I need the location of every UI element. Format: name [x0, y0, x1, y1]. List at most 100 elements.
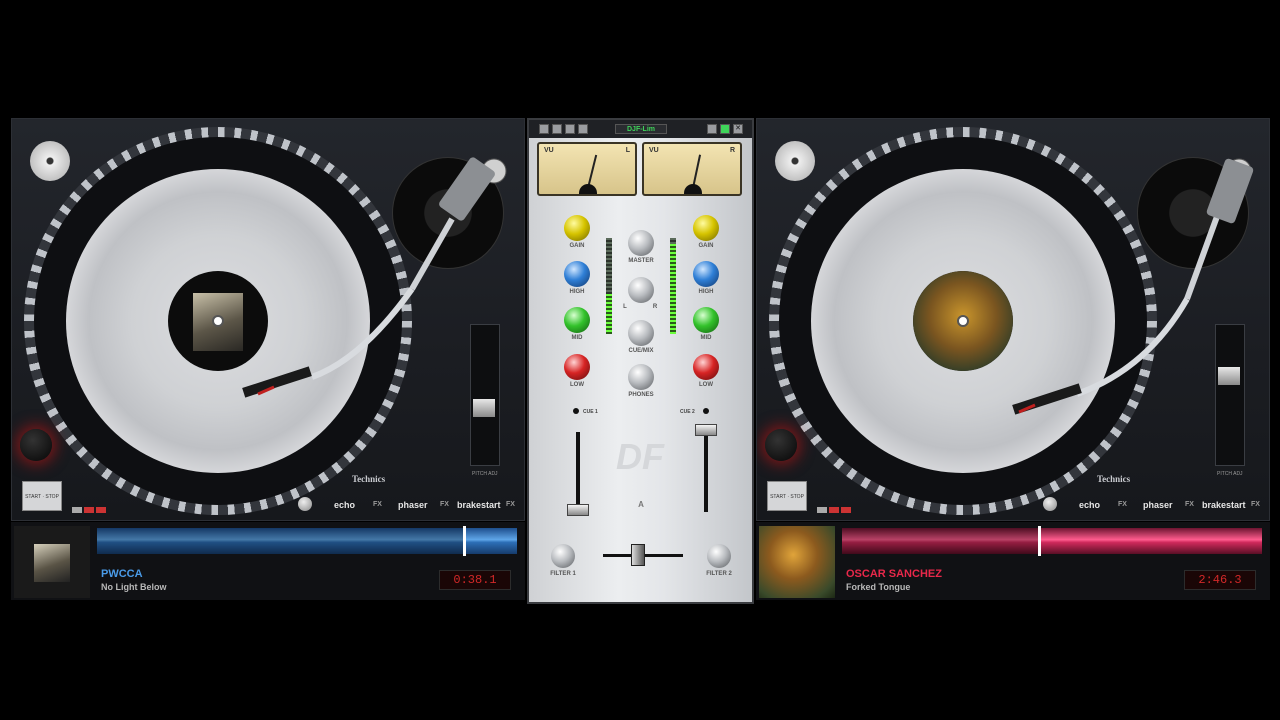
fx-tag[interactable]: FX: [506, 501, 515, 508]
track-info-left: PWCCA No Light Below 0:38.1: [11, 522, 525, 600]
fader-cap-right[interactable]: [695, 424, 717, 436]
cover-art: [759, 526, 835, 598]
knob-label: R: [652, 304, 658, 310]
vu-label: VU: [544, 147, 554, 154]
knob-label: FILTER 2: [706, 571, 732, 577]
balance-knob[interactable]: [628, 277, 654, 303]
master-knob[interactable]: [628, 230, 654, 256]
waveform-played: [842, 528, 1038, 554]
fx-bar: echo FX phaser FX brakestart FX: [757, 495, 1269, 519]
high-knob-right[interactable]: [693, 261, 719, 287]
gear-icon[interactable]: [578, 124, 588, 134]
fx-tag[interactable]: FX: [1118, 501, 1127, 508]
vu-meter-left: VU L: [537, 142, 637, 196]
pitch-slider[interactable]: [1215, 324, 1245, 466]
crossfader-label: A: [638, 500, 644, 509]
brand-logo: Technics: [352, 474, 386, 484]
fx-bar: echo FX phaser FX brakestart FX: [12, 495, 524, 519]
mixer-titlebar: DJF-Lim ✕: [529, 120, 752, 138]
pitch-label: PITCH ADJ: [472, 471, 498, 477]
filter-2-knob[interactable]: [707, 544, 731, 568]
pitch-slider[interactable]: [470, 324, 500, 466]
knob-label: LOW: [699, 382, 713, 388]
knob-label: PHONES: [628, 392, 654, 398]
waveform[interactable]: [842, 526, 1262, 556]
tonearm[interactable]: [12, 119, 525, 521]
track-time: 2:46.3: [1184, 570, 1256, 590]
record-icon[interactable]: [565, 124, 575, 134]
vu-hub: [579, 184, 597, 194]
knob-label: MID: [700, 335, 712, 341]
waveform-played: [97, 528, 463, 554]
level-meter-right: [670, 238, 676, 334]
knob-label: HIGH: [569, 289, 585, 295]
low-knob-left[interactable]: [564, 354, 590, 380]
knob-label: GAIN: [569, 243, 585, 249]
phones-knob[interactable]: [628, 364, 654, 390]
mixer-title: DJF-Lim: [615, 124, 667, 134]
pitch-thumb[interactable]: [473, 399, 495, 417]
fx-tag[interactable]: FX: [1251, 501, 1260, 508]
menu-icon[interactable]: [539, 124, 549, 134]
mixer: DJF-Lim ✕ VU L VU R GAIN HIGH MID LOW MA…: [527, 118, 754, 604]
playhead[interactable]: [463, 526, 466, 556]
knob-label: FILTER 1: [550, 571, 576, 577]
cue-1-button[interactable]: [573, 408, 579, 414]
settings-icon[interactable]: [552, 124, 562, 134]
track-artist: PWCCA: [101, 568, 143, 580]
pitch-thumb[interactable]: [1218, 367, 1240, 385]
vu-label: VU: [649, 147, 659, 154]
track-title: No Light Below: [101, 582, 167, 592]
mid-knob-right[interactable]: [693, 307, 719, 333]
fx-echo-button[interactable]: echo: [1079, 500, 1100, 510]
cue-2-button[interactable]: [703, 408, 709, 414]
cover-art: [14, 526, 90, 598]
gain-knob-right[interactable]: [693, 215, 719, 241]
vu-hub: [684, 184, 702, 194]
playhead[interactable]: [1038, 526, 1041, 556]
vu-meter-right: VU R: [642, 142, 742, 196]
waveform[interactable]: [97, 526, 517, 556]
gain-knob-left[interactable]: [564, 215, 590, 241]
fx-brakestart-button[interactable]: brakestart: [457, 500, 501, 510]
cue-mix-knob[interactable]: [628, 320, 654, 346]
fx-brakestart-button[interactable]: brakestart: [1202, 500, 1246, 510]
cue-label: CUE 2: [680, 409, 695, 415]
cover-art-icon: [759, 526, 835, 598]
deck-right: S START · STOP PITCH ADJ Technics: [756, 118, 1270, 521]
close-icon[interactable]: ✕: [733, 124, 743, 134]
channel-fader-left[interactable]: [576, 432, 580, 512]
vu-channel: L: [625, 147, 630, 154]
knob-label: CUE/MIX: [628, 348, 654, 354]
crossfader-cap[interactable]: [631, 544, 645, 566]
fx-tag[interactable]: FX: [1185, 501, 1194, 508]
cue-label: CUE 1: [583, 409, 598, 415]
knob-label: MASTER: [628, 258, 654, 264]
vu-channel: R: [729, 147, 735, 154]
high-knob-left[interactable]: [564, 261, 590, 287]
track-artist: OSCAR SANCHEZ: [846, 568, 942, 580]
knob-label: LOW: [570, 382, 584, 388]
low-knob-right[interactable]: [693, 354, 719, 380]
pitch-label: PITCH ADJ: [1217, 471, 1243, 477]
fx-phaser-button[interactable]: phaser: [398, 500, 428, 510]
brand-logo: Technics: [1097, 474, 1131, 484]
track-time: 0:38.1: [439, 570, 511, 590]
tonearm[interactable]: [757, 119, 1270, 521]
knob-label: GAIN: [698, 243, 714, 249]
deck-left: S START · STOP PITCH ADJ Technics: [11, 118, 525, 521]
fx-echo-button[interactable]: echo: [334, 500, 355, 510]
channel-fader-right[interactable]: [704, 432, 708, 512]
fx-phaser-button[interactable]: phaser: [1143, 500, 1173, 510]
fx-tag[interactable]: FX: [440, 501, 449, 508]
mid-knob-left[interactable]: [564, 307, 590, 333]
track-info-right: OSCAR SANCHEZ Forked Tongue 2:46.3: [756, 522, 1270, 600]
maximize-icon[interactable]: [720, 124, 730, 134]
filter-1-knob[interactable]: [551, 544, 575, 568]
cover-art-icon: [34, 544, 70, 582]
minimize-icon[interactable]: [707, 124, 717, 134]
mixer-logo: DF: [616, 436, 664, 477]
knob-label: MID: [571, 335, 583, 341]
fader-cap-left[interactable]: [567, 504, 589, 516]
fx-tag[interactable]: FX: [373, 501, 382, 508]
